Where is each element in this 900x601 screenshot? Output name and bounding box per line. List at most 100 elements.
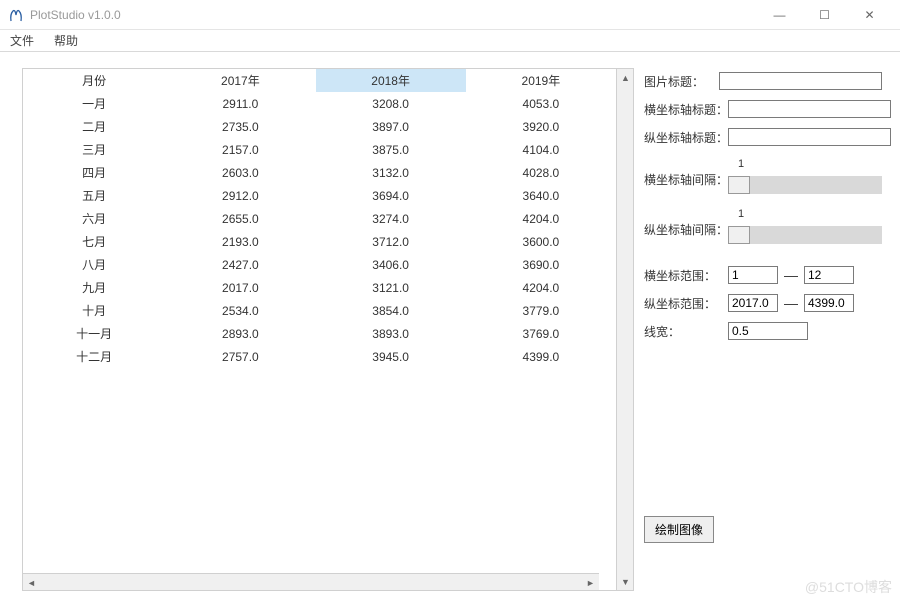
- maximize-button[interactable]: ☐: [802, 1, 847, 29]
- minimize-button[interactable]: —: [757, 1, 802, 29]
- table-cell[interactable]: 三月: [23, 138, 165, 161]
- table-cell[interactable]: 四月: [23, 161, 165, 184]
- image-title-input[interactable]: [719, 72, 882, 90]
- table-row[interactable]: 九月2017.03121.04204.0: [23, 276, 616, 299]
- v-scroll-track[interactable]: [617, 86, 633, 573]
- table-cell[interactable]: 十一月: [23, 322, 165, 345]
- table-cell[interactable]: 4028.0: [466, 161, 616, 184]
- table-cell[interactable]: 十月: [23, 299, 165, 322]
- table-cell[interactable]: 4204.0: [466, 207, 616, 230]
- y-interval-thumb[interactable]: [728, 226, 750, 244]
- y-title-input[interactable]: [728, 128, 891, 146]
- draw-button[interactable]: 绘制图像: [644, 516, 714, 543]
- table-cell[interactable]: 3769.0: [466, 322, 616, 345]
- table-cell[interactable]: 3897.0: [316, 115, 466, 138]
- table-header[interactable]: 2019年: [466, 69, 616, 92]
- table-cell[interactable]: 3406.0: [316, 253, 466, 276]
- table-header[interactable]: 2018年: [316, 69, 466, 92]
- table-cell[interactable]: 2017.0: [165, 276, 315, 299]
- table-cell[interactable]: 3712.0: [316, 230, 466, 253]
- table-cell[interactable]: 2893.0: [165, 322, 315, 345]
- x-interval-label: 横坐标轴间隔：: [644, 171, 722, 188]
- table-cell[interactable]: 3600.0: [466, 230, 616, 253]
- table-cell[interactable]: 2757.0: [165, 345, 315, 368]
- table-cell[interactable]: 3121.0: [316, 276, 466, 299]
- table-cell[interactable]: 3875.0: [316, 138, 466, 161]
- horizontal-scrollbar[interactable]: ◄ ►: [23, 573, 599, 590]
- table-cell[interactable]: 3132.0: [316, 161, 466, 184]
- table-cell[interactable]: 七月: [23, 230, 165, 253]
- x-range-dash: —: [784, 267, 798, 283]
- table-cell[interactable]: 3640.0: [466, 184, 616, 207]
- table-row[interactable]: 五月2912.03694.03640.0: [23, 184, 616, 207]
- window-controls: — ☐ ✕: [757, 1, 892, 29]
- close-button[interactable]: ✕: [847, 1, 892, 29]
- table-cell[interactable]: 六月: [23, 207, 165, 230]
- menubar: 文件 帮助: [0, 30, 900, 52]
- table-cell[interactable]: 九月: [23, 276, 165, 299]
- table-cell[interactable]: 2912.0: [165, 184, 315, 207]
- table-row[interactable]: 三月2157.03875.04104.0: [23, 138, 616, 161]
- menu-file[interactable]: 文件: [6, 30, 38, 51]
- table-header[interactable]: 月份: [23, 69, 165, 92]
- x-interval-slider[interactable]: 1: [728, 162, 882, 196]
- x-title-input[interactable]: [728, 100, 891, 118]
- menu-help[interactable]: 帮助: [50, 30, 82, 51]
- table-cell[interactable]: 2655.0: [165, 207, 315, 230]
- table-row[interactable]: 六月2655.03274.04204.0: [23, 207, 616, 230]
- table-cell[interactable]: 2603.0: [165, 161, 315, 184]
- y-range-max-input[interactable]: [804, 294, 854, 312]
- table-cell[interactable]: 3274.0: [316, 207, 466, 230]
- table-cell[interactable]: 2193.0: [165, 230, 315, 253]
- table-row[interactable]: 一月2911.03208.04053.0: [23, 92, 616, 115]
- data-table[interactable]: 月份2017年2018年2019年 一月2911.03208.04053.0二月…: [23, 69, 616, 368]
- table-row[interactable]: 十月2534.03854.03779.0: [23, 299, 616, 322]
- table-row[interactable]: 十二月2757.03945.04399.0: [23, 345, 616, 368]
- table-cell[interactable]: 十二月: [23, 345, 165, 368]
- table-header[interactable]: 2017年: [165, 69, 315, 92]
- scroll-up-icon[interactable]: ▲: [617, 69, 634, 86]
- table-row[interactable]: 七月2193.03712.03600.0: [23, 230, 616, 253]
- scroll-right-icon[interactable]: ►: [582, 574, 599, 590]
- table-cell[interactable]: 3694.0: [316, 184, 466, 207]
- scroll-down-icon[interactable]: ▼: [617, 573, 634, 590]
- table-cell[interactable]: 4204.0: [466, 276, 616, 299]
- table-cell[interactable]: 3690.0: [466, 253, 616, 276]
- table-cell[interactable]: 3920.0: [466, 115, 616, 138]
- x-interval-thumb[interactable]: [728, 176, 750, 194]
- table-cell[interactable]: 3945.0: [316, 345, 466, 368]
- table-cell[interactable]: 2534.0: [165, 299, 315, 322]
- vertical-scrollbar[interactable]: ▲ ▼: [616, 69, 633, 590]
- table-cell[interactable]: 3208.0: [316, 92, 466, 115]
- table-cell[interactable]: 3779.0: [466, 299, 616, 322]
- x-interval-value: 1: [738, 158, 744, 170]
- y-interval-slider[interactable]: 1: [728, 212, 882, 246]
- y-range-label: 纵坐标范围：: [644, 295, 722, 312]
- table-cell[interactable]: 2911.0: [165, 92, 315, 115]
- table-row[interactable]: 二月2735.03897.03920.0: [23, 115, 616, 138]
- linewidth-input[interactable]: [728, 322, 808, 340]
- table-row[interactable]: 十一月2893.03893.03769.0: [23, 322, 616, 345]
- h-scroll-track[interactable]: [40, 574, 582, 590]
- table-cell[interactable]: 一月: [23, 92, 165, 115]
- table-cell[interactable]: 二月: [23, 115, 165, 138]
- x-range-max-input[interactable]: [804, 266, 854, 284]
- table-cell[interactable]: 4104.0: [466, 138, 616, 161]
- x-range-min-input[interactable]: [728, 266, 778, 284]
- table-cell[interactable]: 2157.0: [165, 138, 315, 161]
- table-cell[interactable]: 3854.0: [316, 299, 466, 322]
- table-row[interactable]: 八月2427.03406.03690.0: [23, 253, 616, 276]
- table-cell[interactable]: 2735.0: [165, 115, 315, 138]
- table-cell[interactable]: 八月: [23, 253, 165, 276]
- y-range-dash: —: [784, 295, 798, 311]
- table-cell[interactable]: 4053.0: [466, 92, 616, 115]
- table-cell[interactable]: 4399.0: [466, 345, 616, 368]
- app-icon: [8, 7, 24, 23]
- table-cell[interactable]: 2427.0: [165, 253, 315, 276]
- image-title-label: 图片标题：: [644, 73, 713, 90]
- scroll-left-icon[interactable]: ◄: [23, 574, 40, 590]
- table-cell[interactable]: 五月: [23, 184, 165, 207]
- table-row[interactable]: 四月2603.03132.04028.0: [23, 161, 616, 184]
- y-range-min-input[interactable]: [728, 294, 778, 312]
- table-cell[interactable]: 3893.0: [316, 322, 466, 345]
